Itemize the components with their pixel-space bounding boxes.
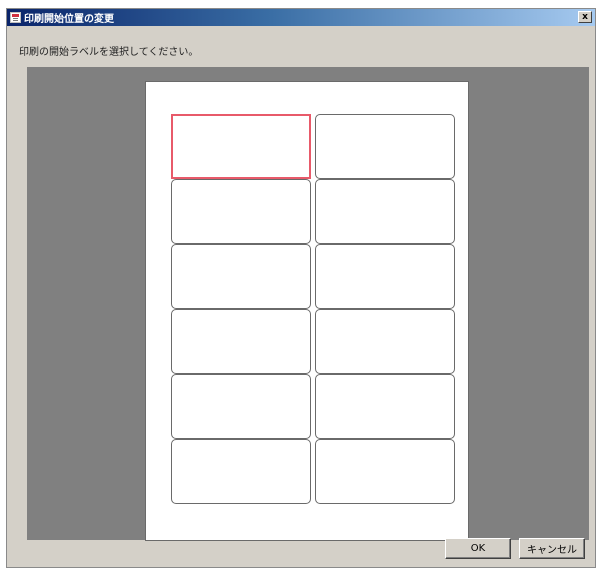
label-cell[interactable] [315, 309, 455, 374]
title-bar[interactable]: 印刷開始位置の変更 x [7, 9, 595, 26]
app-icon [10, 12, 21, 23]
change-print-start-dialog: 印刷開始位置の変更 x 印刷の開始ラベルを選択してください。 OK キャンセル [6, 8, 596, 568]
label-sheet [145, 81, 469, 541]
label-cell[interactable] [315, 374, 455, 439]
close-button[interactable]: x [578, 11, 592, 23]
cancel-button[interactable]: キャンセル [519, 538, 585, 559]
label-cell[interactable] [171, 439, 311, 504]
label-cell[interactable] [315, 439, 455, 504]
dialog-buttons: OK キャンセル [445, 538, 585, 559]
label-cell[interactable] [171, 244, 311, 309]
label-cell[interactable] [171, 374, 311, 439]
label-cell[interactable] [315, 179, 455, 244]
label-cell-selected[interactable] [171, 114, 311, 179]
label-cell[interactable] [171, 179, 311, 244]
label-grid [171, 114, 455, 504]
label-cell[interactable] [171, 309, 311, 374]
label-cell[interactable] [315, 244, 455, 309]
instruction-text: 印刷の開始ラベルを選択してください。 [19, 47, 199, 58]
label-cell[interactable] [315, 114, 455, 179]
label-preview-area [27, 67, 589, 541]
window-title: 印刷開始位置の変更 [24, 14, 114, 25]
ok-button[interactable]: OK [445, 538, 511, 559]
